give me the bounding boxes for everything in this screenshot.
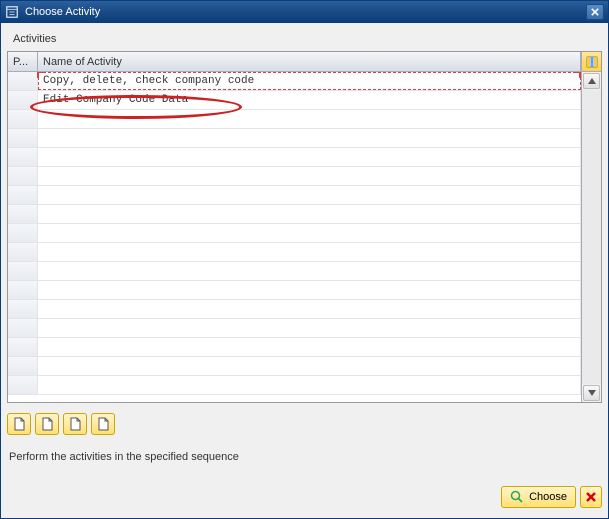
scroll-track[interactable] [582, 90, 601, 384]
cell-performed [8, 91, 38, 109]
activities-grid: P... Name of Activity Copy, delete, chec… [7, 51, 602, 403]
chevron-down-icon [588, 390, 596, 396]
chevron-up-icon [588, 78, 596, 84]
cancel-icon [585, 491, 597, 503]
window-title: Choose Activity [25, 6, 586, 18]
section-label: Activities [7, 29, 602, 51]
column-header-performed[interactable]: P... [8, 52, 38, 71]
table-row[interactable]: Edit Company Code Data [8, 91, 581, 110]
grid-sidebar [581, 52, 601, 402]
scroll-down-button[interactable] [583, 385, 600, 401]
document-button-3[interactable] [63, 413, 87, 435]
document-icon [96, 417, 110, 431]
cell-activity-name[interactable]: Edit Company Code Data [38, 91, 581, 109]
dialog-content: Activities P... Name of Activity Copy, d… [1, 23, 608, 518]
vertical-scrollbar[interactable] [582, 72, 601, 402]
document-button-4[interactable] [91, 413, 115, 435]
dialog-icon [5, 5, 19, 19]
grid-body: Copy, delete, check company code Edit Co… [8, 72, 581, 402]
choose-button-label: Choose [529, 491, 567, 503]
close-button[interactable] [586, 4, 604, 20]
document-button-2[interactable] [35, 413, 59, 435]
dialog-footer: Choose [7, 482, 602, 512]
cancel-button[interactable] [580, 486, 602, 508]
choose-button[interactable]: Choose [501, 486, 576, 508]
document-icon [40, 417, 54, 431]
close-icon [591, 8, 599, 16]
document-button-1[interactable] [7, 413, 31, 435]
column-header-name[interactable]: Name of Activity [38, 52, 581, 71]
configure-columns-button[interactable] [582, 52, 601, 72]
document-icon [68, 417, 82, 431]
scroll-up-button[interactable] [583, 73, 600, 89]
table-row[interactable]: Copy, delete, check company code [8, 72, 581, 91]
titlebar: Choose Activity [1, 1, 608, 23]
document-icon [12, 417, 26, 431]
magnifier-icon [510, 490, 524, 504]
toolbar [7, 403, 602, 441]
cell-activity-name[interactable]: Copy, delete, check company code [38, 72, 581, 90]
instruction-text: Perform the activities in the specified … [7, 441, 602, 473]
grid-header: P... Name of Activity [8, 52, 581, 72]
table-config-icon [586, 56, 598, 68]
cell-performed [8, 72, 38, 90]
